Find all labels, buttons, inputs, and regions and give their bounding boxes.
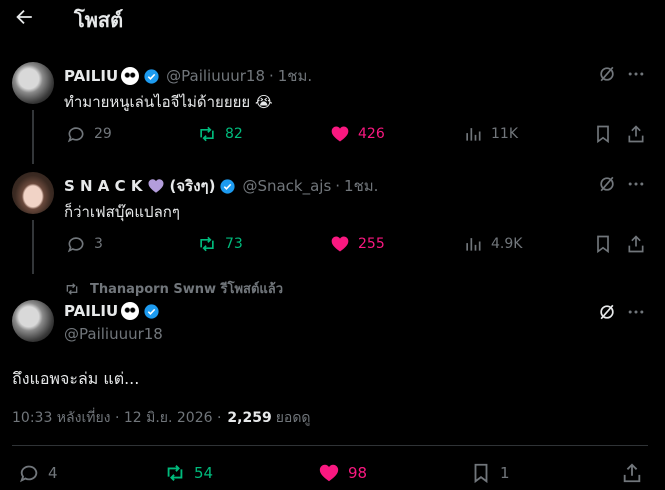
separator-dot: · <box>268 67 274 85</box>
views-button[interactable]: 4.9K <box>463 234 522 254</box>
post-timestamp[interactable]: 10:33 หลังเที่ยง · 12 มิ.ย. 2026 · <box>12 407 221 429</box>
reply-count: 29 <box>94 126 112 142</box>
display-name[interactable]: PAILIU <box>64 302 118 320</box>
bookmark-icon[interactable] <box>593 234 613 254</box>
thread-line <box>32 220 34 274</box>
reply-icon <box>67 237 84 253</box>
verified-badge-icon <box>144 68 159 84</box>
reply-1-text: ทำมายหนูเล่นไอจีไม่ด้ายยยย 😭 <box>64 93 273 111</box>
like-button[interactable]: 426 <box>330 124 385 144</box>
share-icon[interactable] <box>621 462 643 484</box>
reply-count: 3 <box>94 236 103 252</box>
main-post-name: PAILIU <box>64 302 160 320</box>
avatar[interactable] <box>12 62 54 104</box>
reply-button[interactable]: 29 <box>66 124 112 144</box>
back-arrow-icon[interactable] <box>13 6 35 28</box>
views-count: 4.9K <box>491 236 523 252</box>
views-icon <box>466 128 481 141</box>
reply-count: 4 <box>48 464 58 482</box>
main-post-text: ถึงแอพจะล่ม แต่... <box>12 369 140 388</box>
panda-emoji-icon <box>121 302 140 320</box>
repost-count: 73 <box>225 236 243 252</box>
post-metadata: 10:33 หลังเที่ยง · 12 มิ.ย. 2026 · 2,259… <box>12 407 311 429</box>
post-time[interactable]: 1ชม. <box>344 174 378 198</box>
views-total: 2,259 <box>227 410 272 426</box>
display-name[interactable]: S N A C K <box>64 177 143 195</box>
reply-button[interactable]: 4 <box>18 462 58 484</box>
heart-icon <box>319 464 339 482</box>
repost-context[interactable]: Thanaporn Swnw รีโพสต์แล้ว <box>64 278 283 299</box>
page-title: โพสต์ <box>74 8 124 32</box>
repost-count: 54 <box>194 464 214 482</box>
reply-icon <box>19 465 38 483</box>
more-icon[interactable] <box>626 174 646 194</box>
like-count: 98 <box>348 464 368 482</box>
handle[interactable]: @Pailiuuur18 <box>64 325 163 343</box>
like-button[interactable]: 98 <box>318 462 367 484</box>
repost-icon <box>66 282 78 295</box>
repost-button[interactable]: 73 <box>197 234 243 254</box>
avatar[interactable] <box>12 300 54 342</box>
heart-icon <box>331 236 349 252</box>
repost-icon <box>167 465 183 481</box>
views-icon <box>466 238 481 251</box>
grok-icon[interactable] <box>597 174 617 194</box>
post-time[interactable]: 1ชม. <box>278 64 312 88</box>
repost-button[interactable]: 54 <box>164 462 213 484</box>
purple-heart-icon <box>148 179 163 193</box>
avatar[interactable] <box>12 172 54 214</box>
panda-emoji-icon <box>121 67 140 85</box>
like-count: 255 <box>358 236 385 252</box>
display-name[interactable]: PAILIU <box>64 67 118 85</box>
heart-icon <box>331 126 349 142</box>
divider <box>12 445 648 446</box>
bookmark-icon[interactable] <box>593 124 613 144</box>
reply-1-header: PAILIU @Pailiuuur18 · 1ชม. <box>64 64 312 88</box>
views-count: 11K <box>491 126 518 142</box>
like-count: 426 <box>358 126 385 142</box>
repost-icon <box>200 126 214 142</box>
repost-context-label: Thanaporn Swnw รีโพสต์แล้ว <box>90 282 284 297</box>
handle[interactable]: @Pailiuuur18 <box>166 67 265 85</box>
views-button[interactable]: 11K <box>463 124 518 144</box>
display-name-suffix[interactable]: (จริงๆ) <box>170 174 216 198</box>
more-icon[interactable] <box>626 302 646 322</box>
handle[interactable]: @Snack_ajs <box>242 177 331 195</box>
grok-icon[interactable] <box>597 64 617 84</box>
top-bar: โพสต์ <box>0 0 665 40</box>
more-icon[interactable] <box>626 64 646 84</box>
repost-icon <box>200 236 214 252</box>
separator-dot: · <box>335 177 341 195</box>
reply-icon <box>67 127 84 143</box>
reply-button[interactable]: 3 <box>66 234 103 254</box>
repost-button[interactable]: 82 <box>197 124 243 144</box>
verified-badge-icon <box>220 178 236 194</box>
share-icon[interactable] <box>626 124 646 144</box>
reply-2-header: S N A C K (จริงๆ) @Snack_ajs · 1ชม. <box>64 174 378 198</box>
share-icon[interactable] <box>626 234 646 254</box>
repost-count: 82 <box>225 126 243 142</box>
bookmark-icon <box>474 463 488 484</box>
reply-2-text: ก็ว่าเฟสบุ๊คแปลกๆ <box>64 203 180 221</box>
thread-line <box>32 110 34 164</box>
views-label: ยอดดู <box>275 410 311 426</box>
bookmark-button[interactable]: 1 <box>470 462 510 484</box>
verified-badge-icon <box>144 303 159 319</box>
like-button[interactable]: 255 <box>330 234 385 254</box>
bookmark-count: 1 <box>500 464 510 482</box>
grok-icon[interactable] <box>597 302 617 322</box>
